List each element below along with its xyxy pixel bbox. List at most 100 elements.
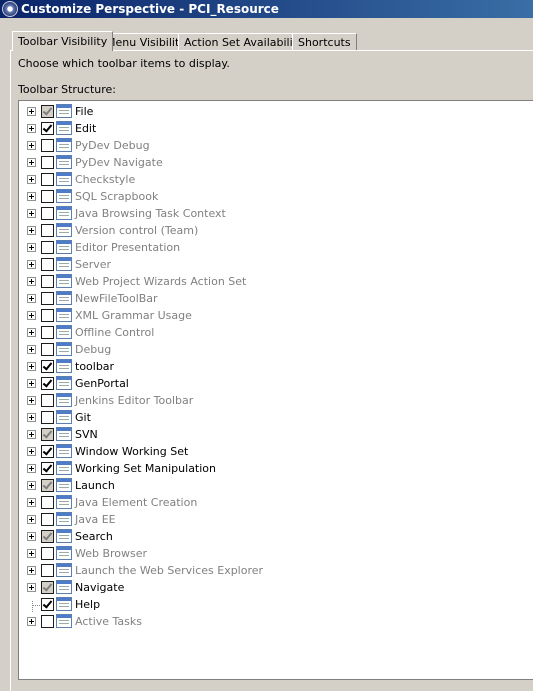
tree-line: [32, 601, 33, 612]
tree-row[interactable]: GenPortal: [19, 375, 499, 392]
expand-icon[interactable]: [27, 209, 36, 218]
expand-icon[interactable]: [27, 311, 36, 320]
expand-icon[interactable]: [27, 379, 36, 388]
tree-row[interactable]: Jenkins Editor Toolbar: [19, 392, 499, 409]
tree-row[interactable]: PyDev Navigate: [19, 154, 499, 171]
expand-icon[interactable]: [27, 498, 36, 507]
tree-checkbox[interactable]: [41, 360, 54, 373]
tree-row[interactable]: Working Set Manipulation: [19, 460, 499, 477]
tree-row[interactable]: NewFileToolBar: [19, 290, 499, 307]
tree-item-label: Window Working Set: [75, 445, 189, 458]
expand-icon[interactable]: [27, 107, 36, 116]
tree-row[interactable]: Git: [19, 409, 499, 426]
tree-row[interactable]: XML Grammar Usage: [19, 307, 499, 324]
expand-icon[interactable]: [27, 447, 36, 456]
tree-checkbox[interactable]: [41, 326, 54, 339]
expand-icon[interactable]: [27, 294, 36, 303]
tree-row[interactable]: SVN: [19, 426, 499, 443]
expand-icon[interactable]: [27, 277, 36, 286]
tree-row[interactable]: Active Tasks: [19, 613, 499, 630]
tree-item-label: XML Grammar Usage: [75, 309, 192, 322]
expand-icon[interactable]: [27, 549, 36, 558]
tree-row[interactable]: Java Browsing Task Context: [19, 205, 499, 222]
tree-checkbox[interactable]: [41, 173, 54, 186]
tree-checkbox[interactable]: [41, 496, 54, 509]
expand-icon[interactable]: [27, 260, 36, 269]
tree-row[interactable]: Window Working Set: [19, 443, 499, 460]
tree-row[interactable]: Offline Control: [19, 324, 499, 341]
expand-icon[interactable]: [27, 464, 36, 473]
expand-icon[interactable]: [27, 583, 36, 592]
tree-checkbox[interactable]: [41, 105, 54, 118]
tree-checkbox[interactable]: [41, 394, 54, 407]
tab-shortcuts[interactable]: Shortcuts: [292, 33, 357, 50]
tab-toolbar-visibility[interactable]: Toolbar Visibility: [12, 31, 114, 51]
expand-icon[interactable]: [27, 345, 36, 354]
tree-checkbox[interactable]: [41, 462, 54, 475]
tab-action-set-availability[interactable]: Action Set Availability: [178, 33, 310, 50]
tree-row[interactable]: Server: [19, 256, 499, 273]
tree-row[interactable]: Web Project Wizards Action Set: [19, 273, 499, 290]
tree-row[interactable]: Navigate: [19, 579, 499, 596]
expand-icon[interactable]: [27, 430, 36, 439]
expand-icon[interactable]: [27, 175, 36, 184]
tree-checkbox[interactable]: [41, 156, 54, 169]
tree-row[interactable]: Web Browser: [19, 545, 499, 562]
toolbar-structure-tree[interactable]: File Edit PyDev Debug PyDev Navigate Checkst…: [18, 100, 533, 680]
tree-checkbox[interactable]: [41, 547, 54, 560]
tree-row[interactable]: Java EE: [19, 511, 499, 528]
tree-row[interactable]: Launch the Web Services Explorer: [19, 562, 499, 579]
expand-icon[interactable]: [27, 362, 36, 371]
tree-row[interactable]: Debug: [19, 341, 499, 358]
tree-checkbox[interactable]: [41, 445, 54, 458]
tree-checkbox[interactable]: [41, 224, 54, 237]
tree-row[interactable]: Version control (Team): [19, 222, 499, 239]
expand-icon[interactable]: [27, 141, 36, 150]
tree-checkbox[interactable]: [41, 530, 54, 543]
expand-icon[interactable]: [27, 226, 36, 235]
tree-row[interactable]: PyDev Debug: [19, 137, 499, 154]
tree-checkbox[interactable]: [41, 479, 54, 492]
expand-icon[interactable]: [27, 158, 36, 167]
tree-checkbox[interactable]: [41, 190, 54, 203]
tree-row[interactable]: Java Element Creation: [19, 494, 499, 511]
tree-checkbox[interactable]: [41, 615, 54, 628]
tree-checkbox[interactable]: [41, 598, 54, 611]
tree-row[interactable]: Launch: [19, 477, 499, 494]
tree-item-label: Web Project Wizards Action Set: [75, 275, 247, 288]
expand-icon[interactable]: [27, 566, 36, 575]
tree-row[interactable]: Editor Presentation: [19, 239, 499, 256]
tree-row[interactable]: Help: [19, 596, 499, 613]
tree-checkbox[interactable]: [41, 241, 54, 254]
tree-checkbox[interactable]: [41, 207, 54, 220]
expand-icon[interactable]: [27, 481, 36, 490]
tree-checkbox[interactable]: [41, 428, 54, 441]
expand-icon[interactable]: [27, 413, 36, 422]
expand-icon[interactable]: [27, 515, 36, 524]
expand-icon[interactable]: [27, 396, 36, 405]
tree-checkbox[interactable]: [41, 309, 54, 322]
tree-checkbox[interactable]: [41, 343, 54, 356]
tree-checkbox[interactable]: [41, 411, 54, 424]
tree-row[interactable]: toolbar: [19, 358, 499, 375]
tree-row[interactable]: Edit: [19, 120, 499, 137]
expand-icon[interactable]: [27, 328, 36, 337]
expand-icon[interactable]: [27, 124, 36, 133]
tree-row[interactable]: File: [19, 103, 499, 120]
tree-checkbox[interactable]: [41, 581, 54, 594]
tree-row[interactable]: Search: [19, 528, 499, 545]
tree-checkbox[interactable]: [41, 122, 54, 135]
tree-checkbox[interactable]: [41, 275, 54, 288]
tree-checkbox[interactable]: [41, 292, 54, 305]
tree-checkbox[interactable]: [41, 139, 54, 152]
tree-checkbox[interactable]: [41, 258, 54, 271]
tree-checkbox[interactable]: [41, 513, 54, 526]
expand-icon[interactable]: [27, 243, 36, 252]
expand-icon[interactable]: [27, 617, 36, 626]
tree-row[interactable]: SQL Scrapbook: [19, 188, 499, 205]
expand-icon[interactable]: [27, 532, 36, 541]
tree-checkbox[interactable]: [41, 564, 54, 577]
tree-checkbox[interactable]: [41, 377, 54, 390]
expand-icon[interactable]: [27, 192, 36, 201]
tree-row[interactable]: Checkstyle: [19, 171, 499, 188]
